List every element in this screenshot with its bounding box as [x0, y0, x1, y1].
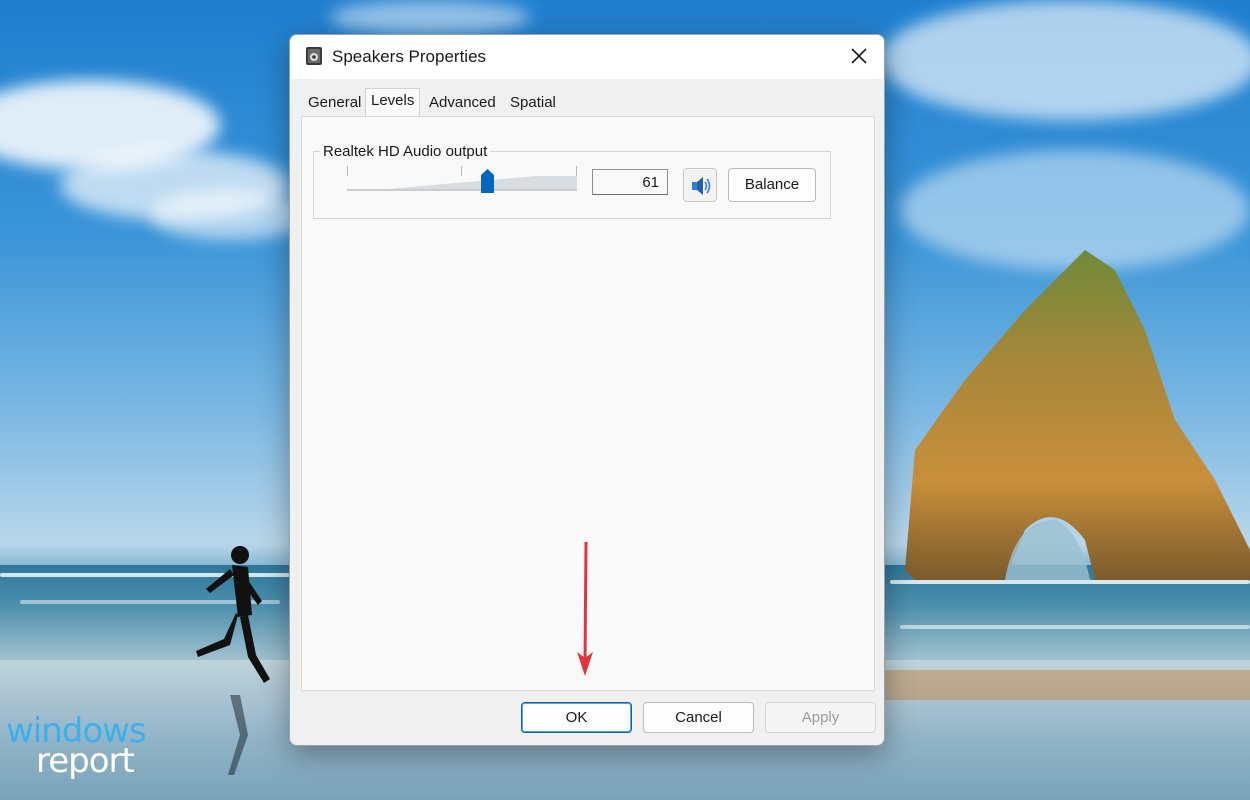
balance-button[interactable]: Balance	[728, 168, 816, 202]
close-icon	[851, 48, 867, 64]
ok-button[interactable]: OK	[521, 702, 632, 733]
tab-levels[interactable]: Levels	[365, 88, 421, 116]
close-button[interactable]	[834, 35, 884, 79]
tab-advanced[interactable]: Advanced	[424, 91, 501, 115]
volume-slider-thumb[interactable]	[480, 169, 494, 193]
cancel-button[interactable]: Cancel	[643, 702, 754, 733]
mute-toggle-button[interactable]	[683, 168, 717, 202]
annotation-arrow	[577, 541, 593, 676]
speaker-device-icon	[306, 47, 322, 65]
tab-general[interactable]: General	[303, 91, 366, 115]
title-bar[interactable]: Speakers Properties	[290, 35, 884, 79]
apply-button[interactable]: Apply	[765, 702, 876, 733]
volume-slider[interactable]	[347, 166, 577, 196]
rock-arch	[885, 250, 1250, 700]
volume-level-field[interactable]: 61	[592, 169, 668, 195]
dialog-title: Speakers Properties	[332, 47, 487, 66]
runner-silhouette	[196, 546, 270, 775]
tab-spatial-sound[interactable]: Spatial sound	[505, 91, 561, 135]
windows-report-watermark: windows report	[6, 711, 147, 781]
device-label: Realtek HD Audio output	[320, 143, 491, 160]
speaker-icon	[692, 177, 711, 195]
